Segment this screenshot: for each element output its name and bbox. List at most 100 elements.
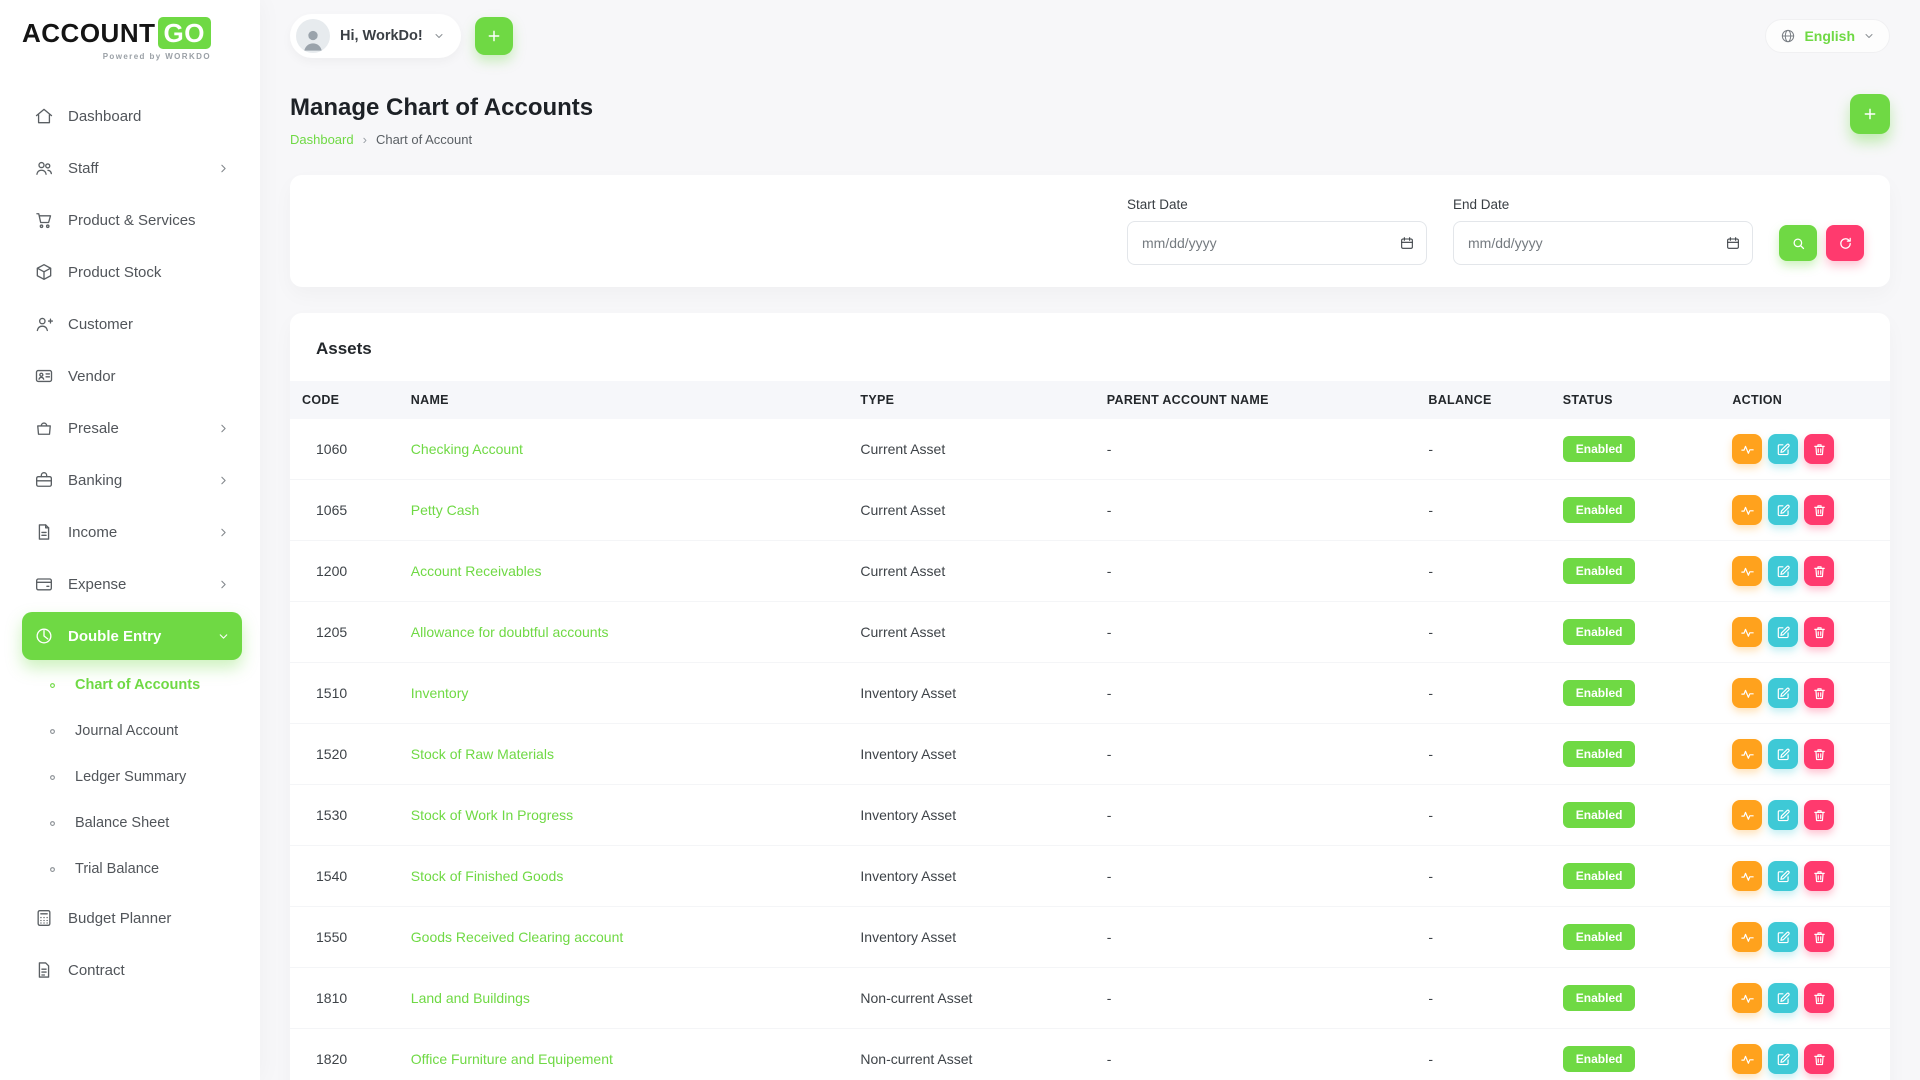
edit-button[interactable]: [1768, 495, 1798, 525]
calendar-icon[interactable]: [1399, 235, 1415, 251]
delete-button[interactable]: [1804, 861, 1834, 891]
view-transactions-button[interactable]: [1732, 678, 1762, 708]
search-button[interactable]: [1779, 225, 1817, 261]
sidebar-item-label: Income: [68, 524, 117, 541]
sidebar-item-staff[interactable]: Staff: [22, 142, 242, 194]
edit-button[interactable]: [1768, 678, 1798, 708]
account-link-checking-account[interactable]: Checking Account: [411, 441, 523, 457]
view-transactions-button[interactable]: [1732, 495, 1762, 525]
view-transactions-button[interactable]: [1732, 922, 1762, 952]
edit-button[interactable]: [1768, 861, 1798, 891]
delete-button[interactable]: [1804, 983, 1834, 1013]
sidebar-item-ledger-summary[interactable]: Ledger Summary: [22, 754, 242, 800]
view-transactions-button[interactable]: [1732, 617, 1762, 647]
delete-button[interactable]: [1804, 1044, 1834, 1074]
delete-button[interactable]: [1804, 739, 1834, 769]
account-link-petty-cash[interactable]: Petty Cash: [411, 502, 479, 518]
view-transactions-button[interactable]: [1732, 739, 1762, 769]
trash-icon: [1812, 930, 1827, 945]
breadcrumb-dashboard-link[interactable]: Dashboard: [290, 132, 354, 147]
sidebar-item-product-stock[interactable]: Product Stock: [22, 246, 242, 298]
calendar-icon[interactable]: [1725, 235, 1741, 251]
create-account-button[interactable]: [1850, 94, 1890, 134]
delete-button[interactable]: [1804, 922, 1834, 952]
greeting-text: Hi, WorkDo!: [340, 28, 423, 44]
header-add-button[interactable]: [475, 17, 513, 55]
view-transactions-button[interactable]: [1732, 800, 1762, 830]
trash-icon: [1812, 503, 1827, 518]
pulse-icon: [1740, 1052, 1755, 1067]
app-logo[interactable]: ACCOUNTGO Powered by WORKDO: [22, 18, 211, 61]
account-link-stock-of-finished-goods[interactable]: Stock of Finished Goods: [411, 868, 564, 884]
status-badge: Enabled: [1563, 436, 1636, 462]
account-code: 1520: [290, 724, 399, 785]
account-link-account-receivables[interactable]: Account Receivables: [411, 563, 542, 579]
start-date-input[interactable]: [1127, 221, 1427, 265]
account-link-allowance-for-doubtful-accounts[interactable]: Allowance for doubtful accounts: [411, 624, 609, 640]
edit-button[interactable]: [1768, 1044, 1798, 1074]
sidebar-item-chart-of-accounts[interactable]: Chart of Accounts: [22, 662, 242, 708]
language-selector[interactable]: English: [1765, 19, 1890, 53]
account-link-stock-of-raw-materials[interactable]: Stock of Raw Materials: [411, 746, 554, 762]
page-title: Manage Chart of Accounts: [290, 94, 593, 122]
sidebar-item-income[interactable]: Income: [22, 506, 242, 558]
parent-account-name: -: [1095, 602, 1417, 663]
end-date-input[interactable]: [1453, 221, 1753, 265]
edit-icon: [1776, 869, 1791, 884]
sidebar-item-label: Journal Account: [75, 723, 178, 739]
account-type: Current Asset: [848, 419, 1094, 480]
edit-icon: [1776, 808, 1791, 823]
wallet-icon: [34, 574, 54, 594]
id-card-icon: [34, 366, 54, 386]
sidebar-item-banking[interactable]: Banking: [22, 454, 242, 506]
trash-icon: [1812, 625, 1827, 640]
account-balance: -: [1416, 602, 1550, 663]
section-title: Assets: [290, 339, 1890, 381]
edit-icon: [1776, 747, 1791, 762]
delete-button[interactable]: [1804, 617, 1834, 647]
reset-button[interactable]: [1826, 225, 1864, 261]
delete-button[interactable]: [1804, 434, 1834, 464]
account-link-stock-of-work-in-progress[interactable]: Stock of Work In Progress: [411, 807, 573, 823]
sidebar-item-trial-balance[interactable]: Trial Balance: [22, 846, 242, 892]
edit-button[interactable]: [1768, 739, 1798, 769]
delete-button[interactable]: [1804, 495, 1834, 525]
edit-button[interactable]: [1768, 922, 1798, 952]
delete-button[interactable]: [1804, 556, 1834, 586]
sidebar-item-product-services[interactable]: Product & Services: [22, 194, 242, 246]
view-transactions-button[interactable]: [1732, 434, 1762, 464]
edit-button[interactable]: [1768, 800, 1798, 830]
view-transactions-button[interactable]: [1732, 1044, 1762, 1074]
delete-button[interactable]: [1804, 800, 1834, 830]
sidebar-item-balance-sheet[interactable]: Balance Sheet: [22, 800, 242, 846]
home-icon: [34, 106, 54, 126]
delete-button[interactable]: [1804, 678, 1834, 708]
account-link-office-furniture-and-equipement[interactable]: Office Furniture and Equipement: [411, 1051, 613, 1067]
account-link-inventory[interactable]: Inventory: [411, 685, 469, 701]
sidebar-item-double-entry[interactable]: Double Entry: [22, 612, 242, 660]
view-transactions-button[interactable]: [1732, 983, 1762, 1013]
edit-button[interactable]: [1768, 983, 1798, 1013]
sidebar-item-journal-account[interactable]: Journal Account: [22, 708, 242, 754]
sidebar-item-vendor[interactable]: Vendor: [22, 350, 242, 402]
edit-button[interactable]: [1768, 434, 1798, 464]
sidebar-item-budget-planner[interactable]: Budget Planner: [22, 892, 242, 944]
sidebar-item-customer[interactable]: Customer: [22, 298, 242, 350]
chevron-right-icon: [217, 526, 230, 539]
sidebar-item-contract[interactable]: Contract: [22, 944, 242, 996]
view-transactions-button[interactable]: [1732, 861, 1762, 891]
account-balance: -: [1416, 968, 1550, 1029]
sidebar-item-label: Balance Sheet: [75, 815, 169, 831]
edit-button[interactable]: [1768, 617, 1798, 647]
account-link-goods-received-clearing-account[interactable]: Goods Received Clearing account: [411, 929, 623, 945]
edit-button[interactable]: [1768, 556, 1798, 586]
view-transactions-button[interactable]: [1732, 556, 1762, 586]
account-link-land-and-buildings[interactable]: Land and Buildings: [411, 990, 530, 1006]
sidebar-item-dashboard[interactable]: Dashboard: [22, 90, 242, 142]
sidebar-item-expense[interactable]: Expense: [22, 558, 242, 610]
table-row-1810: 1810 Land and Buildings Non-current Asse…: [290, 968, 1890, 1029]
column-header-action: ACTION: [1720, 381, 1890, 419]
sidebar-item-presale[interactable]: Presale: [22, 402, 242, 454]
logo-subtext: Powered by WORKDO: [22, 52, 211, 61]
user-menu[interactable]: Hi, WorkDo!: [290, 14, 461, 58]
